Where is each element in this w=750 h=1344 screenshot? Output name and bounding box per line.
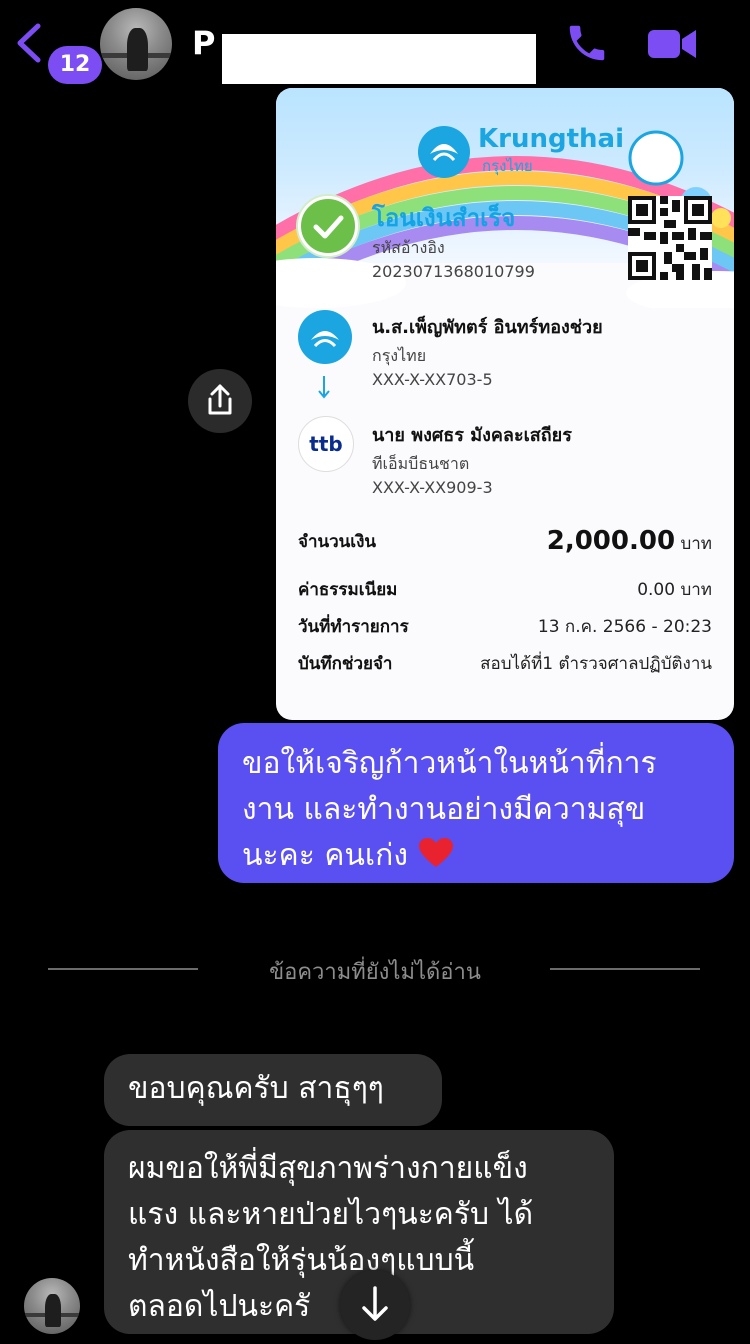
date-label: วันที่ทำรายการ	[298, 617, 409, 637]
received-message-line: ทำหนังสือให้รุ่นน้องๆแบบนี้	[128, 1243, 475, 1278]
memo-label: บันทึกช่วยจำ	[298, 654, 393, 674]
sender-avatar[interactable]	[24, 1278, 80, 1334]
transfer-status: โอนเงินสำเร็จ	[372, 204, 516, 232]
date-value: 13 ก.ค. 2566 - 20:23	[537, 617, 712, 637]
received-message-line: แรง และหายป่วยไวๆนะครับ ได้	[128, 1197, 534, 1232]
share-button[interactable]	[188, 369, 252, 433]
receiver-account: XXX-X-XX909-3	[372, 478, 493, 497]
krungthai-logo-icon	[418, 126, 470, 178]
sent-message-line: นะคะ คนเก่ง	[242, 833, 712, 879]
unread-count-badge: 12	[48, 46, 102, 84]
sender-bank-logo	[298, 310, 352, 364]
sender-account: XXX-X-XX703-5	[372, 370, 493, 389]
received-message-text: ขอบคุณครับ สาธุๆๆ	[128, 1071, 384, 1106]
amount-number: 2,000.00	[546, 526, 676, 556]
arrow-down-icon	[362, 1286, 388, 1321]
bank-brand-en: Krungthai	[478, 124, 624, 154]
bank-brand-th: กรุงไทย	[482, 157, 533, 175]
ref-number: 2023071368010799	[372, 262, 535, 281]
amount-value: 2,000.00 บาท	[547, 526, 712, 557]
amount-unit: บาท	[680, 534, 712, 554]
arrow-down-icon	[318, 376, 330, 399]
received-message-line: ผมขอให้พี่มีสุขภาพร่างกายแข็ง	[128, 1151, 528, 1186]
back-button[interactable]: 12	[14, 22, 102, 84]
transfer-receipt-image[interactable]: Krungthai กรุงไทย โอนเงินสำเร็จ รหัสอ้าง…	[276, 88, 734, 720]
contact-name[interactable]: P	[192, 20, 536, 84]
receiver-name: นาย พงศธร มังคละเสถียร	[372, 425, 572, 446]
unread-divider-label: ข้อความที่ยังไม่ได้อ่าน	[269, 960, 481, 985]
sent-message-line: งาน และทำงานอย่างมีความสุข	[242, 792, 646, 827]
received-message-text: ผมขอให้พี่มีสุขภาพร่างกายแข็ง แรง และหาย…	[128, 1146, 533, 1330]
video-camera-icon[interactable]	[646, 24, 698, 64]
fee-value: 0.00 บาท	[637, 580, 712, 600]
ref-label: รหัสอ้างอิง	[372, 238, 445, 257]
qr-code-icon	[628, 196, 712, 280]
chevron-left-icon	[17, 23, 41, 63]
sent-message-bubble[interactable]: ขอให้เจริญก้าวหน้าในหน้าที่การ งาน และทำ…	[218, 723, 734, 883]
memo-value: สอบได้ที่1 ตำรวจศาลปฏิบัติงาน	[480, 654, 712, 674]
received-message-line: ตลอดไปนะครั	[128, 1289, 311, 1324]
sender-name: น.ส.เพ็ญพัทตร์ อินทร์ทองช่วย	[372, 317, 603, 338]
sent-message-text: ขอให้เจริญก้าวหน้าในหน้าที่การ งาน และทำ…	[242, 741, 712, 879]
redaction-box	[222, 34, 536, 84]
sent-message-line: ขอให้เจริญก้าวหน้าในหน้าที่การ	[242, 746, 657, 781]
contact-name-text: P	[192, 24, 216, 62]
success-check-icon	[298, 196, 358, 256]
received-message-bubble[interactable]: ขอบคุณครับ สาธุๆๆ	[104, 1054, 442, 1126]
chat-header: 12 P	[0, 0, 750, 88]
red-heart-emoji	[418, 838, 453, 867]
fee-label: ค่าธรรมเนียม	[298, 580, 398, 600]
sender-bank: กรุงไทย	[372, 346, 427, 365]
scroll-to-bottom-button[interactable]	[340, 1270, 410, 1340]
phone-icon[interactable]	[564, 20, 610, 66]
contact-avatar[interactable]	[100, 8, 172, 80]
amount-label: จำนวนเงิน	[298, 532, 377, 552]
receiver-bank: ทีเอ็มบีธนชาต	[372, 454, 470, 473]
share-icon	[208, 384, 232, 415]
receiver-bank-logo: ttb	[298, 416, 354, 472]
